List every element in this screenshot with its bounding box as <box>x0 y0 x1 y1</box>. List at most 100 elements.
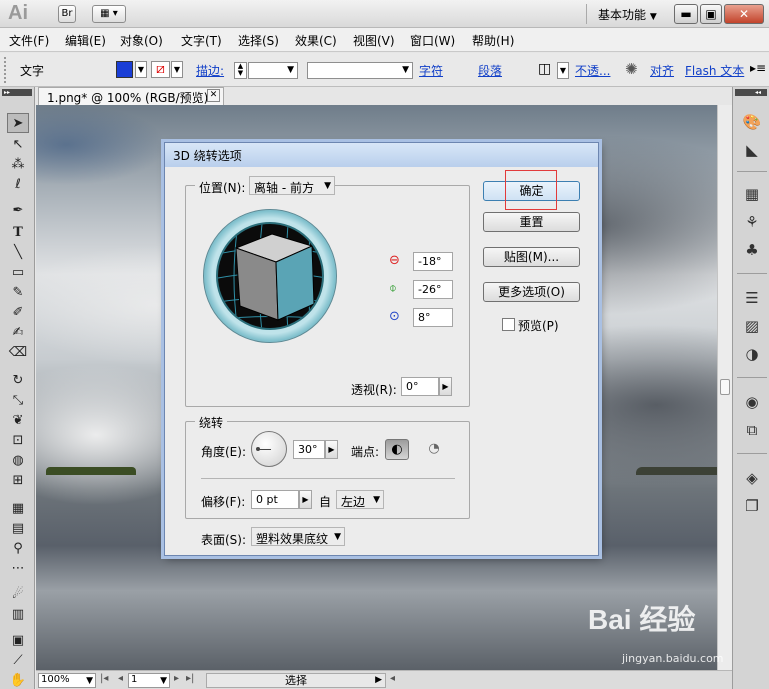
document-tab[interactable]: 1.png* @ 100% (RGB/预览) ✕ <box>38 87 224 105</box>
align-link[interactable]: 对齐 <box>650 62 674 79</box>
opacity-link[interactable]: 不透... <box>575 62 610 79</box>
selection-tool-icon[interactable]: ➤ <box>7 113 29 133</box>
x-rotation-field[interactable]: -18° <box>413 252 453 271</box>
more-options-button[interactable]: 更多选项(O) <box>483 282 580 302</box>
fill-dropdown[interactable]: ▼ <box>135 61 147 78</box>
menu-window[interactable]: 窗口(W) <box>410 32 455 49</box>
font-family-field[interactable]: ▼ <box>307 62 413 79</box>
menu-object[interactable]: 对象(O) <box>120 32 163 49</box>
stroke-weight-stepper[interactable]: ▲ ▼ <box>234 62 247 79</box>
offset-field[interactable]: 0 pt <box>251 490 299 509</box>
flash-text-link[interactable]: Flash 文本 <box>685 62 744 79</box>
artboards-panel-icon[interactable]: ❐ <box>739 495 765 517</box>
angle-field[interactable]: 30° <box>293 440 325 459</box>
lasso-tool-icon[interactable]: ℓ <box>7 175 29 195</box>
perspective-field[interactable]: 0° <box>401 377 439 396</box>
menu-edit[interactable]: 编辑(E) <box>65 32 106 49</box>
free-transform-tool-icon[interactable]: ⊡ <box>7 431 29 451</box>
rotate-tool-icon[interactable]: ↻ <box>7 371 29 391</box>
scroll-thumb[interactable] <box>720 379 730 395</box>
last-page-icon[interactable]: ▸| <box>186 673 194 684</box>
panel-collapse-bar[interactable]: ▸▸ <box>2 89 32 96</box>
dock-collapse-bar[interactable]: ◂◂ <box>735 89 767 96</box>
gradient-tool-icon[interactable]: ▤ <box>7 519 29 539</box>
first-page-icon[interactable]: |◂ <box>100 673 108 684</box>
paintbrush-tool-icon[interactable]: ✎ <box>7 283 29 303</box>
direct-selection-tool-icon[interactable]: ↖ <box>7 135 29 155</box>
menu-type[interactable]: 文字(T) <box>181 32 222 49</box>
pencil-tool-icon[interactable]: ✐ <box>7 303 29 323</box>
gradient-panel-icon[interactable]: ▨ <box>739 315 765 337</box>
mesh-tool-icon[interactable]: ▦ <box>7 499 29 519</box>
line-tool-icon[interactable]: ╲ <box>7 243 29 263</box>
magic-wand-tool-icon[interactable]: ⁂ <box>7 155 29 175</box>
scale-tool-icon[interactable]: ⤡ <box>7 391 29 411</box>
stroke-dropdown[interactable]: ▼ <box>171 61 183 78</box>
symbol-sprayer-tool-icon[interactable]: ☄ <box>7 585 29 605</box>
arrange-documents-button[interactable]: ▦ ▾ <box>92 5 126 23</box>
menu-view[interactable]: 视图(V) <box>353 32 395 49</box>
vertical-scrollbar[interactable] <box>717 105 732 670</box>
column-graph-tool-icon[interactable]: ▥ <box>7 605 29 625</box>
maximize-button[interactable]: ▣ <box>700 4 722 24</box>
rotation-trackcube[interactable] <box>203 209 337 343</box>
perspective-grid-tool-icon[interactable]: ⊞ <box>7 471 29 491</box>
close-button[interactable]: ✕ <box>724 4 764 24</box>
style-dropdown[interactable]: ▼ <box>557 62 569 79</box>
angle-dial[interactable] <box>251 431 287 467</box>
transparency-panel-icon[interactable]: ◑ <box>739 343 765 365</box>
swatches-panel-icon[interactable]: ▦ <box>739 183 765 205</box>
paragraph-panel-link[interactable]: 段落 <box>478 62 502 79</box>
brushes-panel-icon[interactable]: ⚘ <box>739 211 765 233</box>
appearance-panel-icon[interactable]: ◉ <box>739 391 765 413</box>
slice-tool-icon[interactable]: ⟋ <box>7 651 29 671</box>
trackcube-sphere[interactable] <box>216 222 324 330</box>
envelope-icon[interactable]: ◫ <box>538 61 551 77</box>
rectangle-tool-icon[interactable]: ▭ <box>7 263 29 283</box>
panel-menu-icon[interactable]: ▸≡ <box>750 61 766 75</box>
menu-select[interactable]: 选择(S) <box>238 32 279 49</box>
cap-on-button[interactable]: ◐ <box>385 439 409 460</box>
scroll-left-icon[interactable]: ◂ <box>390 673 395 684</box>
shape-builder-tool-icon[interactable]: ◍ <box>7 451 29 471</box>
dialog-title-bar[interactable]: 3D 绕转选项 <box>165 143 598 167</box>
position-select[interactable]: 离轴 - 前方 ▼ <box>249 176 335 195</box>
character-panel-link[interactable]: 字符 <box>419 62 443 79</box>
y-rotation-field[interactable]: -26° <box>413 280 453 299</box>
stroke-panel-icon[interactable]: ☰ <box>739 287 765 309</box>
reset-button[interactable]: 重置 <box>483 212 580 232</box>
perspective-slider-button[interactable]: ▶ <box>439 377 452 396</box>
fill-color-swatch[interactable] <box>116 61 133 78</box>
preview-checkbox[interactable] <box>502 318 515 331</box>
symbols-panel-icon[interactable]: ♣ <box>739 239 765 261</box>
pen-tool-icon[interactable]: ✒ <box>7 201 29 221</box>
menu-help[interactable]: 帮助(H) <box>472 32 514 49</box>
stroke-color-swatch[interactable]: ⧄ <box>151 61 170 78</box>
prev-page-icon[interactable]: ◂ <box>118 673 123 684</box>
z-rotation-field[interactable]: 8° <box>413 308 453 327</box>
layers-panel-icon[interactable]: ◈ <box>739 467 765 489</box>
angle-slider-button[interactable]: ▶ <box>325 440 338 459</box>
preview-label[interactable]: 预览(P) <box>518 317 559 334</box>
offset-slider-button[interactable]: ▶ <box>299 490 312 509</box>
blob-brush-tool-icon[interactable]: ✍ <box>7 323 29 343</box>
graphic-styles-icon[interactable]: ⧉ <box>739 419 765 441</box>
grip-handle[interactable] <box>4 57 10 83</box>
hand-tool-icon[interactable]: ✋ <box>7 671 29 689</box>
menu-effect[interactable]: 效果(C) <box>295 32 337 49</box>
minimize-button[interactable]: ▬ <box>674 4 698 24</box>
color-guide-icon[interactable]: ◣ <box>739 139 765 161</box>
zoom-field[interactable]: 100% ▼ <box>38 673 96 688</box>
stroke-link[interactable]: 描边: <box>196 62 224 79</box>
stroke-weight-field[interactable]: ▼ <box>248 62 298 79</box>
from-select[interactable]: 左边 ▼ <box>336 490 384 509</box>
type-tool-icon[interactable]: T <box>7 223 29 243</box>
bridge-button[interactable]: Br <box>58 5 76 23</box>
blend-tool-icon[interactable]: ⋯ <box>7 559 29 579</box>
map-art-button[interactable]: 贴图(M)... <box>483 247 580 267</box>
next-page-icon[interactable]: ▸ <box>174 673 179 684</box>
eraser-tool-icon[interactable]: ⌫ <box>7 343 29 363</box>
menu-file[interactable]: 文件(F) <box>9 32 49 49</box>
warp-tool-icon[interactable]: ❦ <box>7 411 29 431</box>
workspace-switcher[interactable]: 基本功能 ▼ <box>598 6 657 23</box>
